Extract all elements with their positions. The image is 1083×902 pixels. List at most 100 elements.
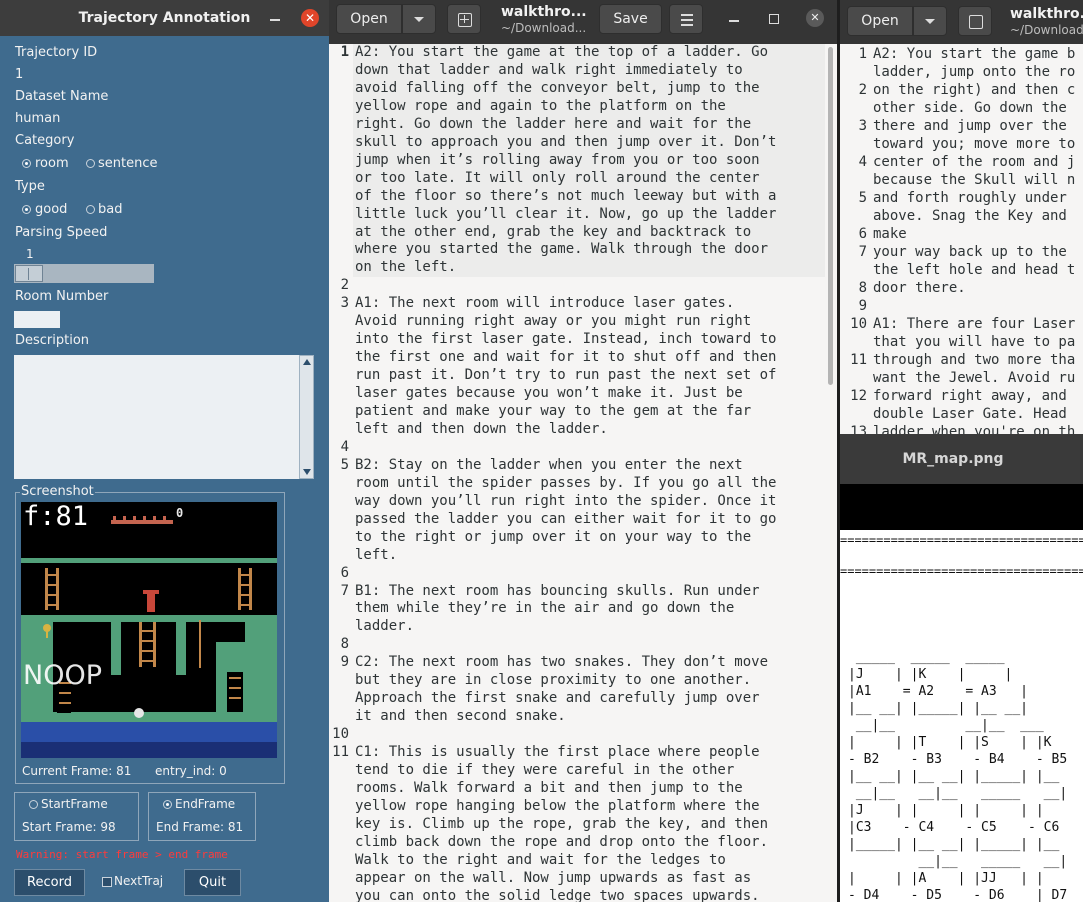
map-row: - B2 - B3 - B4 - B5 bbox=[848, 752, 1068, 767]
side-document-path: ~/Download... bbox=[1010, 23, 1083, 37]
text-line: it and then second snake. bbox=[355, 708, 566, 725]
text-line: yellow rope and again to the platform on… bbox=[355, 97, 726, 114]
game-frame-graphic bbox=[21, 502, 277, 758]
map-row: - D4 - D5 - D6 | D7 bbox=[848, 888, 1068, 902]
description-label: Description bbox=[15, 333, 90, 348]
map-image: ================================== ======… bbox=[840, 530, 1083, 902]
end-frame-radio-label[interactable]: EndFrame bbox=[175, 797, 235, 811]
text-line: way down you’ll run right into the spide… bbox=[355, 492, 777, 509]
room-number-input[interactable] bbox=[14, 311, 60, 328]
description-textarea[interactable] bbox=[14, 355, 299, 479]
record-button[interactable]: Record bbox=[14, 869, 85, 896]
text-line: above. Snag the Key and bbox=[873, 208, 1067, 224]
quit-button[interactable]: Quit bbox=[184, 869, 241, 896]
side-editor-headerbar: Open walkthro... ~/Download... bbox=[840, 0, 1083, 44]
end-frame-radio[interactable] bbox=[163, 800, 172, 809]
text-line: through and two more tha bbox=[873, 352, 1076, 368]
text-line: and forth roughly under bbox=[873, 190, 1067, 206]
line-number: 4 bbox=[340, 438, 349, 455]
map-row: | | |A | |JJ | | bbox=[848, 871, 1044, 886]
description-scrollbar[interactable] bbox=[299, 355, 314, 479]
trajectory-id-label: Trajectory ID bbox=[15, 45, 98, 60]
line-number: 12 bbox=[850, 388, 867, 404]
save-button[interactable]: Save bbox=[599, 4, 662, 34]
side-document-title: walkthro... bbox=[1010, 6, 1083, 22]
side-text-view[interactable]: 1 A2: You start the game b ladder, jump on… bbox=[840, 44, 1083, 434]
text-line: C1: This is usually the first place wher… bbox=[355, 744, 760, 761]
type-good-label[interactable]: good bbox=[35, 202, 67, 217]
text-line: laser gates because you won’t make it. J… bbox=[355, 385, 743, 402]
text-line: Avoid running right away or you might ru… bbox=[355, 313, 752, 330]
side-open-button[interactable]: Open bbox=[847, 6, 913, 36]
line-number: 9 bbox=[858, 298, 867, 314]
line-number: 2 bbox=[340, 277, 349, 294]
editor-headerbar: Open walkthro... ~/Download... Save ✕ bbox=[329, 0, 837, 44]
map-separator: ========================================… bbox=[840, 564, 1083, 578]
image-viewer-headerbar: MR_map.png bbox=[840, 434, 1083, 484]
type-bad-radio[interactable] bbox=[86, 205, 95, 214]
line-number: 8 bbox=[340, 636, 349, 653]
text-line: of the floor so there’s not much leeway … bbox=[355, 187, 777, 204]
line-number: 3 bbox=[858, 118, 867, 134]
slider-handle[interactable] bbox=[15, 265, 43, 282]
line-number: 7 bbox=[340, 582, 349, 599]
minimize-icon[interactable] bbox=[729, 20, 739, 22]
main-text-view[interactable]: 1 A2: You start the game at the top of a … bbox=[329, 44, 837, 902]
line-number: 5 bbox=[340, 456, 349, 473]
minimize-icon[interactable] bbox=[270, 19, 280, 21]
category-sentence-label[interactable]: sentence bbox=[98, 156, 158, 171]
side-open-menu-button[interactable] bbox=[913, 6, 947, 36]
text-line: key is. Climb up the rope, grab the key,… bbox=[355, 815, 769, 832]
scroll-down-icon[interactable] bbox=[303, 469, 311, 475]
text-line: right. Go down the ladder here and wait … bbox=[355, 115, 752, 132]
new-tab-button[interactable] bbox=[447, 4, 481, 34]
next-traj-checkbox[interactable] bbox=[102, 877, 112, 887]
type-good-radio[interactable] bbox=[22, 205, 31, 214]
start-frame-radio[interactable] bbox=[29, 800, 38, 809]
document-path: ~/Download... bbox=[501, 21, 587, 35]
text-line: on the left. bbox=[355, 259, 457, 276]
text-line: A1: There are four Laser bbox=[873, 316, 1076, 332]
screenshot-label: Screenshot bbox=[20, 484, 95, 499]
scroll-up-icon[interactable] bbox=[303, 359, 311, 365]
open-menu-button[interactable] bbox=[402, 4, 436, 34]
text-line: left and then down the ladder. bbox=[355, 420, 608, 437]
close-icon[interactable]: ✕ bbox=[806, 9, 824, 27]
entry-ind-text: entry_ind: 0 bbox=[155, 764, 227, 778]
text-line: passed the ladder you can either wait fo… bbox=[355, 510, 777, 527]
type-label: Type bbox=[15, 179, 45, 194]
text-line: where you started the game. Walk through… bbox=[355, 241, 769, 258]
category-room-radio[interactable] bbox=[22, 159, 31, 168]
text-line: climb back down the rope and drop onto t… bbox=[355, 833, 769, 850]
type-bad-label[interactable]: bad bbox=[98, 202, 122, 217]
next-traj-label[interactable]: NextTraj bbox=[114, 874, 163, 888]
category-sentence-radio[interactable] bbox=[86, 159, 95, 168]
parsing-speed-slider[interactable] bbox=[14, 264, 154, 283]
map-row: |A1 = A2 = A3 | bbox=[848, 684, 1029, 699]
line-number: 13 bbox=[850, 424, 867, 434]
current-frame-text: Current Frame: 81 bbox=[22, 764, 132, 778]
text-line: ladder, jump onto the ro bbox=[873, 64, 1076, 80]
text-line: tend to die if they were careful in the … bbox=[355, 762, 735, 778]
text-line: forward right away, and bbox=[873, 388, 1067, 404]
text-scrollbar[interactable] bbox=[828, 47, 833, 385]
start-frame-radio-label[interactable]: StartFrame bbox=[41, 797, 108, 811]
new-tab-icon bbox=[458, 13, 472, 27]
side-new-tab-button[interactable] bbox=[958, 6, 992, 36]
line-number: 10 bbox=[850, 316, 867, 332]
close-icon[interactable]: ✕ bbox=[301, 9, 319, 27]
trajectory-id-value: 1 bbox=[15, 67, 24, 82]
maximize-icon[interactable] bbox=[769, 14, 779, 24]
menu-icon bbox=[681, 14, 693, 16]
line-number: 1 bbox=[340, 44, 349, 60]
text-line: toward you; move more to bbox=[873, 136, 1076, 152]
map-row: | | |T | |S | |K bbox=[848, 735, 1052, 750]
hamburger-menu-button[interactable] bbox=[669, 4, 703, 34]
line-number: 7 bbox=[858, 244, 867, 260]
category-room-label[interactable]: room bbox=[35, 156, 69, 171]
text-line: door there. bbox=[873, 280, 966, 296]
open-button[interactable]: Open bbox=[336, 4, 402, 34]
game-score: 0 bbox=[176, 506, 184, 520]
chevron-down-icon bbox=[414, 17, 424, 22]
text-line: jump when it’s rolling away from you or … bbox=[355, 151, 760, 168]
